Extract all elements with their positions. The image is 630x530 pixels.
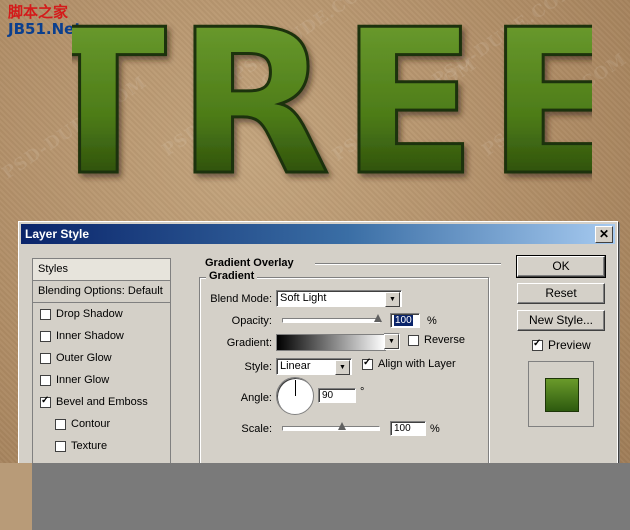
preview-label: Preview xyxy=(548,338,591,352)
style-value: Linear xyxy=(280,360,311,372)
scale-slider[interactable] xyxy=(282,426,380,431)
angle-value: 90 xyxy=(322,390,334,401)
effects-list: Drop Shadow Inner Shadow Outer Glow Inner G… xyxy=(33,303,170,457)
gradient-group-title: Gradient xyxy=(206,270,258,282)
style-select[interactable]: Linear ▼ xyxy=(276,358,352,375)
scale-value: 100 xyxy=(394,423,411,434)
angle-dial[interactable] xyxy=(276,377,314,415)
effect-checkbox[interactable] xyxy=(40,374,51,386)
tree-word-text: TREE xyxy=(72,0,592,202)
ok-button[interactable]: OK xyxy=(516,255,606,278)
align-with-layer-option[interactable]: Align with Layer xyxy=(362,357,456,370)
effect-checkbox[interactable] xyxy=(40,395,51,408)
scale-input[interactable]: 100 xyxy=(390,421,426,436)
new-style-button[interactable]: New Style... xyxy=(517,310,605,331)
section-divider xyxy=(315,263,501,265)
reverse-label: Reverse xyxy=(424,334,465,346)
blending-options-item[interactable]: Blending Options: Default xyxy=(33,281,170,303)
site-logo: 脚本之家 JB51.Net xyxy=(8,5,81,37)
effect-label: Texture xyxy=(71,440,108,452)
opacity-label: Opacity: xyxy=(231,315,272,327)
effect-label: Bevel and Emboss xyxy=(56,396,148,408)
preview-swatch xyxy=(545,378,579,412)
gradient-dropdown[interactable]: ▼ xyxy=(384,333,400,350)
effect-label: Contour xyxy=(71,418,111,430)
angle-dial-needle xyxy=(295,380,296,396)
effect-item[interactable]: Contour xyxy=(33,413,170,435)
section-title: Gradient Overlay xyxy=(205,257,294,269)
tree-text-artwork: TREE xyxy=(72,0,592,202)
angle-input[interactable]: 90 xyxy=(318,388,356,403)
effect-label: Outer Glow xyxy=(56,352,112,364)
scale-unit: % xyxy=(430,423,440,435)
effect-label: Inner Glow xyxy=(56,374,110,386)
effect-checkbox[interactable] xyxy=(40,330,51,342)
blend-mode-select[interactable]: Soft Light ▼ xyxy=(276,290,402,307)
opacity-input[interactable]: 100 xyxy=(390,313,420,328)
opacity-unit: % xyxy=(427,315,437,327)
preview-option[interactable]: Preview xyxy=(532,338,591,352)
effect-checkbox[interactable] xyxy=(40,352,51,364)
opacity-slider-thumb[interactable] xyxy=(374,314,382,322)
preview-checkbox[interactable] xyxy=(532,338,543,351)
angle-label: Angle: xyxy=(240,392,272,404)
effect-item[interactable]: Outer Glow xyxy=(33,347,170,369)
chevron-down-icon[interactable]: ▼ xyxy=(385,292,400,307)
close-icon[interactable]: ✕ xyxy=(595,226,613,243)
styles-panel: Styles Blending Options: Default Drop Sh… xyxy=(32,258,171,465)
gradient-group: Gradient Blend Mode: Soft Light ▼ Opacit… xyxy=(199,270,489,465)
reverse-checkbox[interactable] xyxy=(408,334,419,346)
effect-item[interactable]: Drop Shadow xyxy=(33,303,170,325)
blend-mode-value: Soft Light xyxy=(280,292,327,304)
effect-checkbox[interactable] xyxy=(40,308,51,320)
chevron-down-icon[interactable]: ▼ xyxy=(384,334,399,349)
dialog-titlebar[interactable]: Layer Style ✕ xyxy=(21,224,615,244)
gradient-label: Gradient: xyxy=(226,337,272,349)
effect-checkbox[interactable] xyxy=(55,440,66,452)
layer-style-dialog: Layer Style ✕ Styles Blending Options: D… xyxy=(18,221,618,466)
site-logo-en: JB51.Net xyxy=(8,20,82,38)
effect-item[interactable]: Inner Shadow xyxy=(33,325,170,347)
effect-item[interactable]: Texture xyxy=(33,435,170,457)
style-label: Style: xyxy=(244,361,272,373)
effect-item[interactable]: Bevel and Emboss xyxy=(33,391,170,413)
effect-item[interactable]: Inner Glow xyxy=(33,369,170,391)
effect-checkbox[interactable] xyxy=(55,418,66,430)
site-logo-cn: 脚本之家 xyxy=(8,3,69,21)
styles-header[interactable]: Styles xyxy=(33,259,170,281)
gradient-picker[interactable] xyxy=(276,334,386,351)
dialog-title: Layer Style xyxy=(25,227,90,241)
align-with-layer-checkbox[interactable] xyxy=(362,357,373,370)
blend-mode-label: Blend Mode: xyxy=(210,293,272,305)
preview-thumbnail xyxy=(528,361,594,427)
angle-unit: ° xyxy=(360,386,365,398)
reverse-option[interactable]: Reverse xyxy=(408,334,465,346)
bottom-gray-band xyxy=(0,463,630,530)
effect-label: Inner Shadow xyxy=(56,330,124,342)
scale-label: Scale: xyxy=(241,423,272,435)
opacity-slider[interactable] xyxy=(282,318,380,323)
reset-button[interactable]: Reset xyxy=(517,283,605,304)
scale-slider-thumb[interactable] xyxy=(337,422,346,430)
align-with-layer-label: Align with Layer xyxy=(378,358,456,370)
effect-label: Drop Shadow xyxy=(56,308,123,320)
chevron-down-icon[interactable]: ▼ xyxy=(335,360,350,375)
opacity-value: 100 xyxy=(394,315,413,326)
